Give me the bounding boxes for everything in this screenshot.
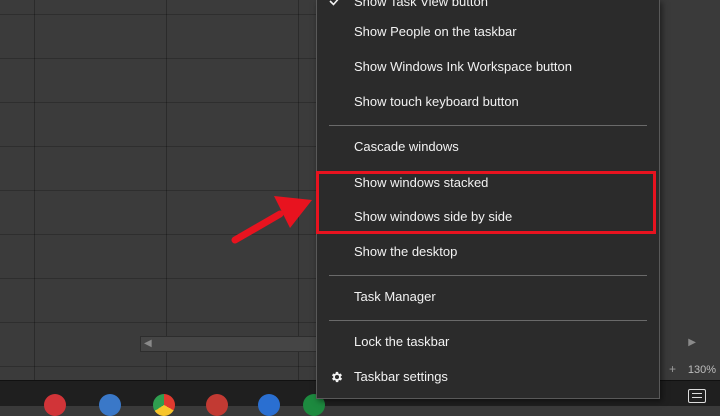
menu-item-cascade-windows[interactable]: Cascade windows xyxy=(317,132,659,162)
scroll-left-icon[interactable]: ◀ xyxy=(144,338,152,349)
zoom-in-icon[interactable]: + xyxy=(669,362,676,376)
highlight-box xyxy=(316,171,656,234)
menu-item-lock-taskbar[interactable]: Lock the taskbar xyxy=(317,327,659,357)
menu-separator xyxy=(329,125,647,126)
menu-item-label: Taskbar settings xyxy=(354,369,448,384)
scroll-right-icon[interactable]: ▶ xyxy=(688,337,696,348)
horizontal-scrollbar[interactable]: ◀ xyxy=(140,336,322,352)
zoom-level: 130% xyxy=(687,364,716,376)
menu-item-label: Show Task View button xyxy=(354,0,488,9)
menu-item-show-touch-keyboard[interactable]: Show touch keyboard button xyxy=(317,87,659,117)
menu-item-label: Show the desktop xyxy=(354,244,458,259)
app-icon-blue[interactable] xyxy=(99,394,121,416)
menu-separator xyxy=(329,320,647,321)
menu-item-label: Show Windows Ink Workspace button xyxy=(354,59,572,74)
menu-separator xyxy=(329,275,647,276)
menu-item-show-task-view[interactable]: Show Task View button xyxy=(317,0,659,17)
menu-item-show-ink-workspace[interactable]: Show Windows Ink Workspace button xyxy=(317,52,659,82)
action-center-icon[interactable] xyxy=(688,389,706,403)
check-icon xyxy=(329,0,339,6)
menu-item-show-people[interactable]: Show People on the taskbar xyxy=(317,17,659,47)
sheet-right-panel xyxy=(658,0,720,380)
menu-item-label: Cascade windows xyxy=(354,139,459,154)
red-arrow-icon xyxy=(231,196,312,244)
app-icon-blue-2[interactable] xyxy=(258,394,280,416)
chrome-icon[interactable] xyxy=(153,394,175,416)
menu-item-label: Show touch keyboard button xyxy=(354,94,519,109)
menu-item-label: Lock the taskbar xyxy=(354,334,450,349)
menu-item-label: Show People on the taskbar xyxy=(354,24,517,39)
menu-item-label: Task Manager xyxy=(354,289,436,304)
menu-item-show-desktop[interactable]: Show the desktop xyxy=(317,237,659,267)
menu-item-taskbar-settings[interactable]: Taskbar settings xyxy=(317,362,659,392)
gear-icon xyxy=(331,371,343,383)
app-icon-dark-red[interactable] xyxy=(206,394,228,416)
menu-item-task-manager[interactable]: Task Manager xyxy=(317,282,659,312)
app-icon-red[interactable] xyxy=(44,394,66,416)
